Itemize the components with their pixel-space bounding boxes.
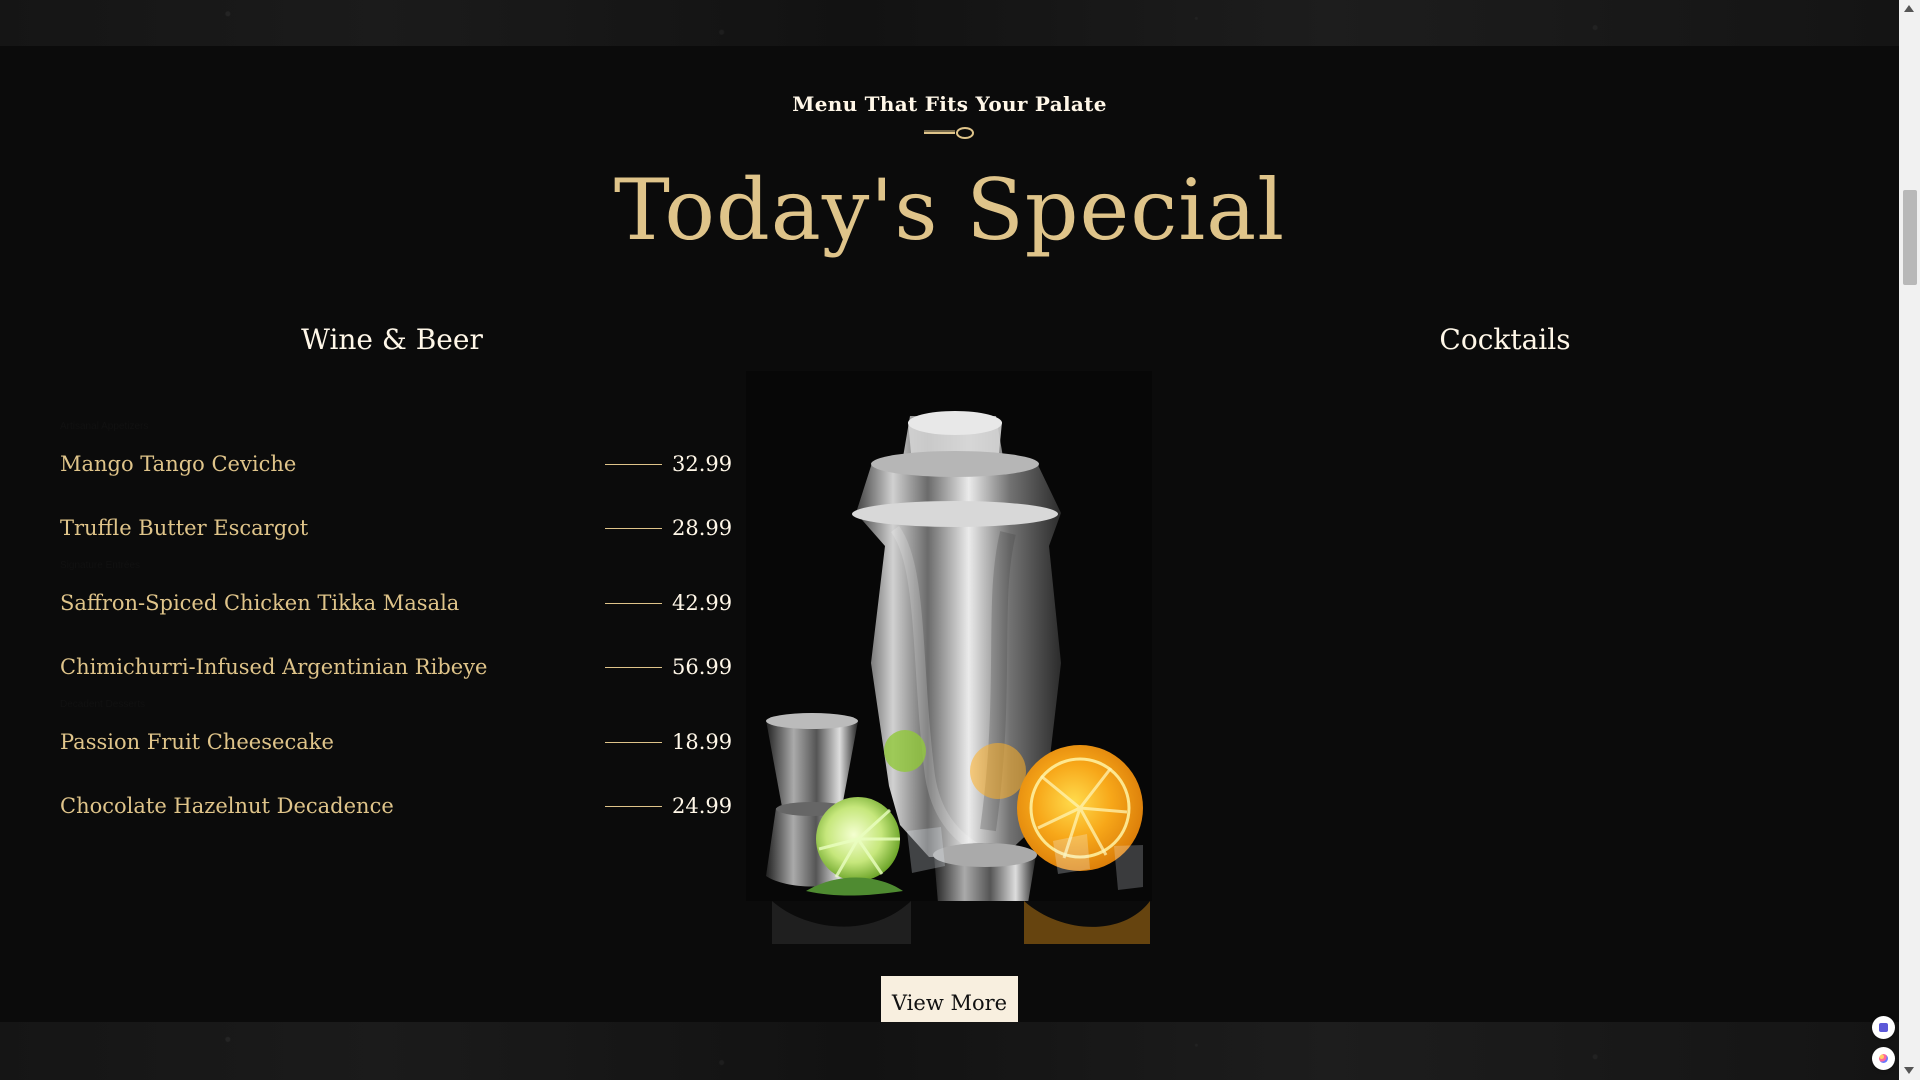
menu-item: Chimichurri-Infused Argentinian Ribeye 5… bbox=[60, 651, 733, 683]
menu-item: Mango Tango Ceviche 32.99 bbox=[60, 448, 733, 480]
chat-icon-mark bbox=[1879, 1023, 1888, 1032]
chat-icon[interactable] bbox=[1872, 1016, 1895, 1039]
cocktails-heading: Cocktails bbox=[1439, 323, 1571, 356]
menu-item-price: 32.99 bbox=[672, 452, 733, 476]
menu-item-name: Chimichurri-Infused Argentinian Ribeye bbox=[60, 655, 488, 679]
todays-special-section: Menu That Fits Your Palate Today's Speci… bbox=[0, 46, 1899, 1029]
menu-item-price: 42.99 bbox=[672, 591, 733, 615]
app-icon-mark bbox=[1879, 1054, 1888, 1063]
menu-item: Passion Fruit Cheesecake 18.99 bbox=[60, 726, 733, 758]
menu-item-price: 28.99 bbox=[672, 516, 733, 540]
menu-item-price: 24.99 bbox=[672, 794, 733, 818]
menu-item-name: Chocolate Hazelnut Decadence bbox=[60, 794, 394, 818]
cocktail-shaker-illustration bbox=[746, 371, 1152, 944]
menu-item: Truffle Butter Escargot 28.99 bbox=[60, 512, 733, 544]
menu-item: Chocolate Hazelnut Decadence 24.99 bbox=[60, 790, 733, 822]
price-divider bbox=[605, 806, 662, 807]
page-title: Today's Special bbox=[613, 161, 1286, 259]
scroll-up-icon[interactable] bbox=[1904, 5, 1914, 12]
app-icon[interactable] bbox=[1872, 1047, 1895, 1070]
section-eyebrow: Menu That Fits Your Palate bbox=[792, 92, 1107, 116]
price-divider bbox=[605, 528, 662, 529]
group-label: Artisanal Appetizers bbox=[60, 421, 149, 432]
top-texture-band bbox=[0, 0, 1899, 46]
group-label: Decadent Desserts bbox=[60, 699, 146, 710]
bottom-texture-band bbox=[0, 1022, 1899, 1080]
cocktail-shaker-photo bbox=[746, 371, 1152, 944]
menu-item-name: Passion Fruit Cheesecake bbox=[60, 730, 334, 754]
group-label: Signature Entrées bbox=[60, 560, 141, 571]
vertical-scrollbar[interactable] bbox=[1899, 0, 1920, 1080]
menu-item-name: Truffle Butter Escargot bbox=[60, 516, 309, 540]
menu-item-name: Mango Tango Ceviche bbox=[60, 452, 297, 476]
scrollbar-thumb[interactable] bbox=[1903, 190, 1917, 285]
price-divider bbox=[605, 464, 662, 465]
menu-item-price: 56.99 bbox=[672, 655, 733, 679]
spoon-icon bbox=[924, 127, 974, 139]
menu-item: Saffron-Spiced Chicken Tikka Masala 42.9… bbox=[60, 587, 733, 619]
menu-item-name: Saffron-Spiced Chicken Tikka Masala bbox=[60, 591, 460, 615]
scroll-down-icon[interactable] bbox=[1904, 1067, 1914, 1074]
menu-item-price: 18.99 bbox=[672, 730, 733, 754]
wine-beer-heading: Wine & Beer bbox=[301, 323, 483, 356]
price-divider bbox=[605, 742, 662, 743]
price-divider bbox=[605, 603, 662, 604]
price-divider bbox=[605, 667, 662, 668]
